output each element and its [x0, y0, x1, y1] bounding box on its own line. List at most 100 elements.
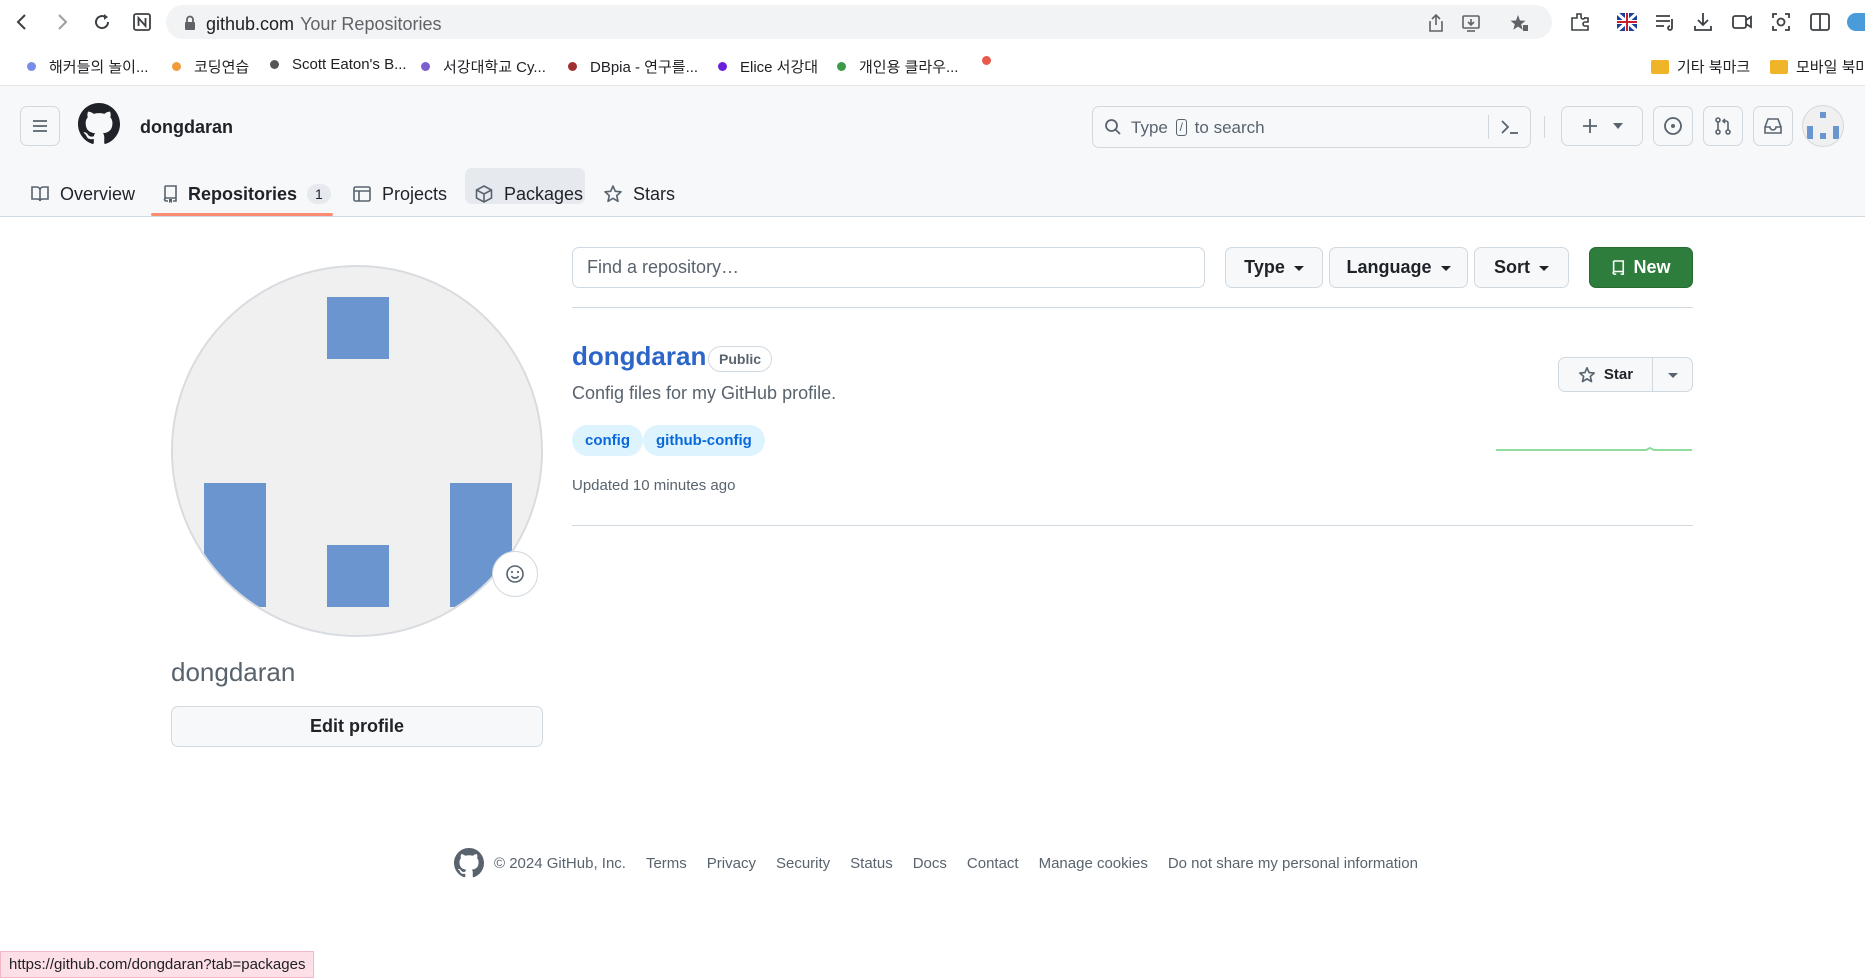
screenshot-icon[interactable]: [1769, 10, 1793, 34]
find-repository-input[interactable]: [572, 247, 1205, 288]
user-avatar-button[interactable]: [1802, 105, 1844, 147]
chevron-down-icon: [1613, 123, 1623, 129]
footer-link-terms[interactable]: Terms: [646, 855, 687, 872]
favicon-icon: [568, 62, 577, 71]
bookmark-item[interactable]: DBpia - 연구를...: [568, 56, 698, 77]
bookmarks-bar: 해커들의 놀이... 코딩연습 Scott Eaton's B... 서강대학교…: [0, 48, 1865, 84]
inbox-button[interactable]: [1753, 106, 1793, 146]
topic-tag[interactable]: github-config: [643, 425, 765, 456]
bookmark-item[interactable]: 개인용 클라우...: [837, 56, 958, 77]
media-icon[interactable]: [1730, 10, 1754, 34]
favicon-icon: [421, 62, 430, 71]
bookmark-item[interactable]: Elice 서강대: [718, 56, 818, 77]
selected-tab-underline: [151, 213, 333, 216]
folder-icon: [1770, 59, 1788, 74]
caret-down-icon: [1293, 266, 1304, 271]
reload-button[interactable]: [88, 8, 116, 36]
git-pull-request-icon: [1715, 117, 1731, 135]
tab-label: Projects: [382, 183, 448, 204]
book-icon: [31, 186, 49, 202]
language-filter-button[interactable]: Language: [1329, 247, 1468, 288]
avatar-pixel: [1820, 133, 1826, 139]
avatar-pixel: [327, 545, 389, 607]
issues-button[interactable]: [1653, 106, 1693, 146]
tab-projects[interactable]: Projects: [352, 174, 447, 214]
tab-packages[interactable]: Packages: [474, 174, 583, 214]
language-flag-icon[interactable]: [1615, 10, 1639, 34]
repo-count-badge: 1: [307, 184, 331, 204]
star-list-dropdown[interactable]: [1653, 358, 1692, 391]
command-palette-icon[interactable]: [1500, 118, 1520, 136]
bookmark-item[interactable]: 서강대학교 Cy...: [421, 56, 546, 77]
bookmark-star-icon[interactable]: [1509, 13, 1529, 33]
back-button[interactable]: [8, 8, 36, 36]
global-menu-button[interactable]: [20, 106, 60, 146]
profile-avatar-chip[interactable]: [1847, 13, 1865, 31]
activity-sparkline: [1496, 446, 1692, 451]
list-divider: [572, 525, 1693, 526]
side-panel-icon[interactable]: [1808, 10, 1832, 34]
footer-link-security[interactable]: Security: [776, 855, 830, 872]
search-divider: [1488, 115, 1489, 139]
bookmark-item[interactable]: [982, 56, 1004, 65]
extensions-icon[interactable]: [1568, 10, 1592, 34]
install-app-icon[interactable]: [1461, 13, 1481, 33]
caret-down-icon: [1440, 266, 1451, 271]
site-info-icon[interactable]: [180, 13, 200, 33]
sort-filter-button[interactable]: Sort: [1474, 247, 1569, 288]
tab-label: Repositories: [188, 183, 298, 204]
reload-icon: [95, 14, 110, 30]
github-mark-icon[interactable]: [454, 848, 484, 878]
pull-requests-button[interactable]: [1703, 106, 1743, 146]
footer-link-manage-cookies[interactable]: Manage cookies: [1039, 855, 1148, 872]
avatar-pixel: [1807, 126, 1813, 139]
tab-title-text: Your Repositories: [300, 14, 442, 34]
tab-overview[interactable]: Overview: [30, 174, 135, 214]
url-text: github.com: [206, 14, 295, 34]
github-logo[interactable]: [78, 103, 120, 145]
tab-label: Stars: [633, 183, 676, 204]
issue-opened-icon: [1664, 117, 1682, 135]
favicon-icon: [27, 62, 36, 71]
bookmark-item[interactable]: 코딩연습: [172, 56, 249, 77]
star-button[interactable]: Star: [1559, 358, 1653, 391]
footer-link-status[interactable]: Status: [850, 855, 893, 872]
context-username[interactable]: dongdaran: [140, 117, 233, 138]
list-divider: [572, 307, 1693, 308]
download-icon[interactable]: [1691, 10, 1715, 34]
notion-extension-button[interactable]: [128, 8, 156, 36]
share-icon[interactable]: [1426, 13, 1446, 33]
reading-list-icon[interactable]: [1653, 10, 1677, 34]
favicon-icon: [172, 62, 181, 71]
topic-tag[interactable]: config: [572, 425, 643, 456]
create-new-button[interactable]: [1561, 106, 1643, 146]
forward-button[interactable]: [48, 8, 76, 36]
profile-avatar[interactable]: [171, 265, 543, 637]
avatar-pixel: [204, 483, 266, 607]
search-icon: [1105, 119, 1121, 135]
favicon-icon: [837, 62, 846, 71]
tab-repositories[interactable]: Repositories 1: [162, 174, 331, 214]
repo-updated-time: Updated 10 minutes ago: [572, 477, 736, 494]
search-input[interactable]: Type / to search: [1092, 106, 1531, 148]
set-status-button[interactable]: [492, 551, 538, 597]
tab-stars[interactable]: Stars: [603, 174, 675, 214]
footer-link-privacy[interactable]: Privacy: [707, 855, 756, 872]
repo-name-link[interactable]: dongdaran: [572, 341, 706, 372]
star-icon: [604, 185, 622, 203]
address-bar[interactable]: github.com Your Repositories: [166, 5, 1552, 39]
repo-icon: [1612, 259, 1625, 275]
footer-link-docs[interactable]: Docs: [913, 855, 947, 872]
inbox-icon: [1764, 118, 1782, 134]
bookmark-folder[interactable]: 모바일 북마: [1770, 56, 1865, 77]
footer-link-do-not-share[interactable]: Do not share my personal information: [1168, 855, 1418, 872]
edit-profile-button[interactable]: Edit profile: [171, 706, 543, 747]
bookmark-item[interactable]: Scott Eaton's B...: [270, 56, 407, 73]
folder-icon: [1651, 59, 1669, 74]
bookmark-folder[interactable]: 기타 북마크: [1651, 56, 1750, 77]
bookmark-item[interactable]: 해커들의 놀이...: [27, 56, 148, 77]
footer-link-contact[interactable]: Contact: [967, 855, 1019, 872]
avatar-pixel: [1833, 126, 1839, 139]
new-repository-button[interactable]: New: [1589, 247, 1693, 288]
type-filter-button[interactable]: Type: [1225, 247, 1323, 288]
